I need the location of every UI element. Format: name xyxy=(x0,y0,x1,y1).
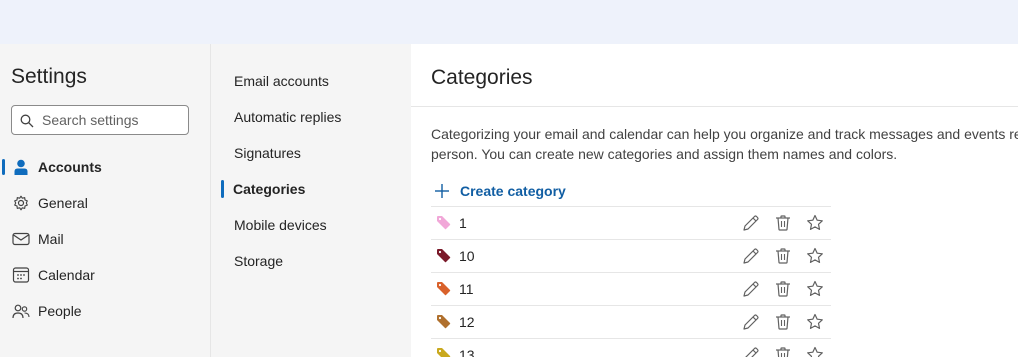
delete-icon[interactable] xyxy=(773,213,793,233)
settings-title: Settings xyxy=(11,65,87,88)
nav-item-label: General xyxy=(38,195,88,211)
tag-shape xyxy=(437,348,451,357)
subnav-item-label: Signatures xyxy=(234,145,301,161)
star-icon[interactable] xyxy=(805,246,825,266)
star-icon[interactable] xyxy=(805,312,825,332)
category-name: 12 xyxy=(459,314,475,330)
category-row: 10 xyxy=(431,239,831,271)
delete-icon[interactable] xyxy=(773,345,793,357)
description-line: person. You can create new categories an… xyxy=(431,146,898,162)
category-name: 10 xyxy=(459,248,475,264)
tag-shape xyxy=(437,249,451,263)
tag-icon xyxy=(437,249,451,263)
edit-icon[interactable] xyxy=(741,345,761,357)
nav-item-label: Mail xyxy=(38,231,64,247)
search-settings-input[interactable] xyxy=(42,111,182,129)
tag-shape xyxy=(437,216,451,230)
subnav-item-categories[interactable]: Categories xyxy=(211,172,409,204)
active-indicator xyxy=(2,159,5,175)
nav-item-general[interactable]: General xyxy=(0,186,210,220)
subnav-item-label: Mobile devices xyxy=(234,217,327,233)
active-indicator xyxy=(221,180,224,198)
nav-item-accounts[interactable]: Accounts xyxy=(0,150,210,184)
nav-item-people[interactable]: People xyxy=(0,294,210,328)
nav-item-calendar[interactable]: Calendar xyxy=(0,258,210,292)
tag-shape xyxy=(437,282,451,296)
edit-icon[interactable] xyxy=(741,279,761,299)
create-category-label: Create category xyxy=(460,183,566,199)
tag-shape xyxy=(437,315,451,329)
accounts-subnav: Email accounts Automatic replies Signatu… xyxy=(211,44,411,357)
delete-icon[interactable] xyxy=(773,246,793,266)
tag-icon xyxy=(437,282,451,296)
description-line: Categorizing your email and calendar can… xyxy=(431,126,1018,142)
mail-icon xyxy=(12,232,30,246)
categories-description: Categorizing your email and calendar can… xyxy=(431,124,1018,164)
edit-icon[interactable] xyxy=(741,246,761,266)
nav-item-mail[interactable]: Mail xyxy=(0,222,210,256)
settings-nav: Settings Accounts General Mail xyxy=(0,44,211,357)
subnav-item-automatic-replies[interactable]: Automatic replies xyxy=(211,100,409,132)
search-settings-box[interactable] xyxy=(11,105,189,135)
page-title: Categories xyxy=(431,66,533,89)
people-icon xyxy=(12,304,30,319)
star-icon[interactable] xyxy=(805,213,825,233)
create-category-button[interactable]: Create category xyxy=(433,179,566,203)
tag-icon xyxy=(437,315,451,329)
category-row: 11 xyxy=(431,272,831,304)
subnav-item-label: Automatic replies xyxy=(234,109,342,125)
subnav-item-label: Storage xyxy=(234,253,284,269)
nav-item-label: Accounts xyxy=(38,159,102,175)
category-name: 11 xyxy=(459,281,474,297)
app-header-bar xyxy=(0,0,1018,44)
category-name: 13 xyxy=(459,347,475,357)
delete-icon[interactable] xyxy=(773,312,793,332)
delete-icon[interactable] xyxy=(773,279,793,299)
subnav-item-signatures[interactable]: Signatures xyxy=(211,136,409,168)
category-row: 1 xyxy=(431,206,831,238)
edit-icon[interactable] xyxy=(741,213,761,233)
categories-pane: Categories Categorizing your email and c… xyxy=(411,44,1018,357)
nav-item-label: Calendar xyxy=(38,267,95,283)
plus-icon xyxy=(435,184,449,198)
star-icon[interactable] xyxy=(805,279,825,299)
subnav-item-label: Categories xyxy=(233,181,306,197)
calendar-icon xyxy=(12,267,30,283)
subnav-item-label: Email accounts xyxy=(234,73,329,89)
subnav-item-storage[interactable]: Storage xyxy=(211,244,409,276)
gear-icon xyxy=(14,195,28,211)
subnav-item-mobile-devices[interactable]: Mobile devices xyxy=(211,208,409,240)
tag-icon xyxy=(437,216,451,230)
category-row: 13 xyxy=(431,338,831,357)
edit-icon[interactable] xyxy=(741,312,761,332)
title-divider xyxy=(411,106,1018,107)
subnav-item-email-accounts[interactable]: Email accounts xyxy=(211,64,409,96)
star-icon[interactable] xyxy=(805,345,825,357)
search-icon xyxy=(20,114,34,128)
nav-item-label: People xyxy=(38,303,82,319)
person-icon xyxy=(14,159,28,175)
category-name: 1 xyxy=(459,215,467,231)
tag-icon xyxy=(437,348,451,357)
category-row: 12 xyxy=(431,305,831,337)
